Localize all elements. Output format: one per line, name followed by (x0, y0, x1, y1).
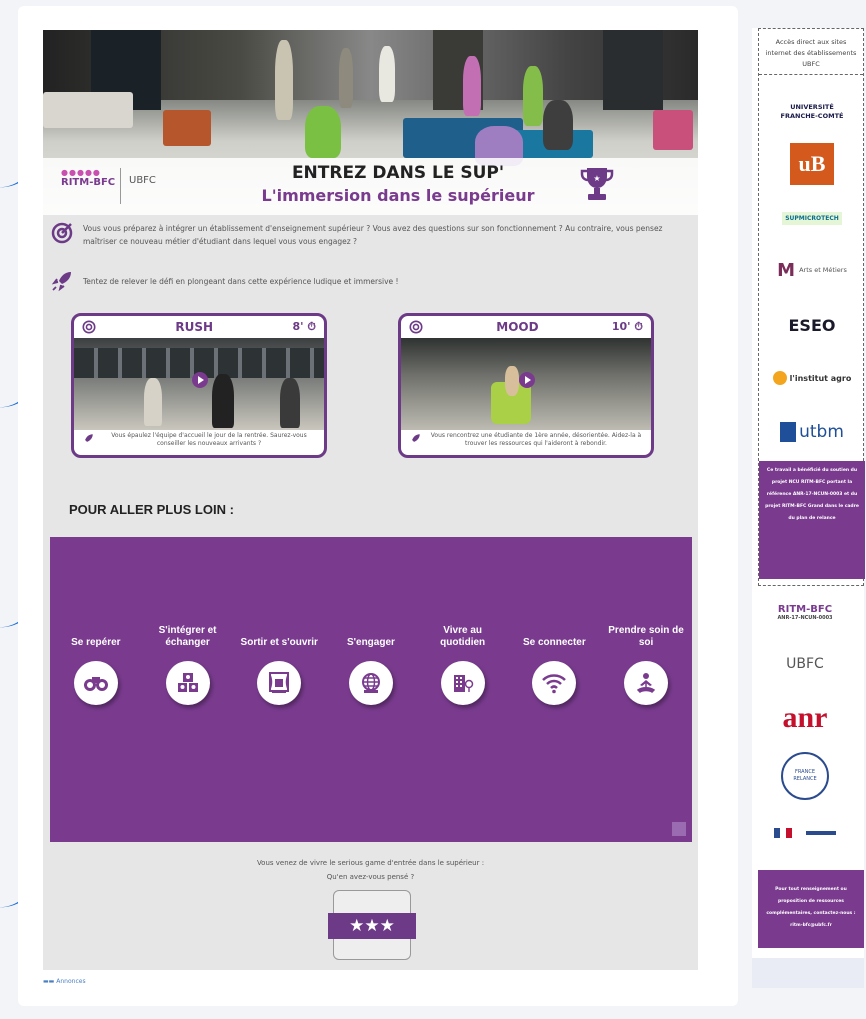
game-name: RUSH (175, 320, 214, 334)
news-icon: ▬▬ (43, 978, 55, 985)
game-thumbnail[interactable] (401, 338, 651, 430)
sidebar: Accès direct aux sites internet des étab… (752, 28, 865, 988)
feedback-line: Vous venez de vivre le serious game d'en… (256, 859, 485, 867)
game-description: Vous épaulez l'équipe d'accueil le jour … (111, 432, 307, 447)
rocket-icon (51, 272, 71, 292)
game-duration: 8' ⏱ (292, 320, 316, 333)
page-subtitle: L'immersion dans le supérieur (261, 186, 535, 205)
theme-sortir[interactable]: Sortir et s'ouvrir (237, 615, 321, 705)
logo-ub[interactable]: uB (759, 141, 865, 187)
building-icon[interactable] (440, 661, 485, 705)
intro-question: Vous vous préparez à intégrer un établis… (51, 222, 691, 248)
meditation-icon[interactable] (624, 661, 669, 705)
partner-box: Accès direct aux sites internet des étab… (758, 28, 865, 586)
logo-ufc[interactable]: UNIVERSITÉ FRANCHE-COMTÉ (759, 99, 865, 125)
game-name: MOOD (496, 320, 539, 334)
theme-label: Se connecter (522, 637, 586, 648)
play-button[interactable] (519, 372, 535, 388)
group-icon[interactable] (165, 661, 210, 705)
game-card-rush[interactable]: RUSH 8' ⏱ Vous épaulez l'équipe d'accuei… (71, 313, 327, 458)
stopwatch-icon: ⏱ (634, 320, 643, 333)
theater-icon[interactable] (257, 661, 302, 705)
star-rating[interactable]: ★★★ (328, 913, 416, 939)
page-title: ENTREZ DANS LE SUP' (291, 163, 505, 183)
funding-note: Ce travail a bénéficié du soutien du pro… (759, 461, 865, 579)
intro-challenge: Tentez de relever le défi en plongeant d… (51, 270, 691, 292)
intro-text: Tentez de relever le défi en plongeant d… (83, 277, 399, 286)
page: ●●●●● RITM-BFC UBFC ENTREZ DANS LE SUP' … (0, 0, 866, 1019)
binoculars-icon[interactable] (73, 661, 118, 705)
theme-se-connecter[interactable]: Se connecter (512, 615, 596, 705)
theme-label: S'engager (346, 637, 395, 648)
game-page: ●●●●● RITM-BFC UBFC ENTREZ DANS LE SUP' … (43, 30, 698, 970)
game-thumbnail[interactable] (74, 338, 324, 430)
globe-icon[interactable] (348, 661, 393, 705)
play-button[interactable] (192, 372, 208, 388)
theme-vivre-au-quotidien[interactable]: Vivre au quotidien (421, 615, 505, 705)
logo-anr[interactable]: anr (752, 698, 858, 738)
expand-icon[interactable] (672, 822, 686, 836)
svg-text:★: ★ (593, 174, 600, 183)
logo-arts-et-metiers[interactable]: M Arts et Métiers (759, 257, 865, 283)
game-description: Vous rencontrez une étudiante de 1ère an… (430, 432, 642, 447)
theme-s-engager[interactable]: S'engager (329, 615, 413, 705)
themes-panel: Se repérer S'intégrer et échanger Sortir… (50, 537, 692, 842)
stars[interactable]: ★★★ (349, 916, 395, 936)
logo-supmicrotech[interactable]: SUPMICROTECH (759, 205, 865, 231)
logo-eseo[interactable]: ESEO (759, 311, 865, 339)
theme-label: Vivre au quotidien (440, 625, 486, 648)
target-icon (51, 222, 73, 244)
theme-label: Prendre soin de soi (608, 625, 684, 648)
ritm-bfc-logo: ●●●●● RITM-BFC (61, 168, 121, 204)
game-duration: 10' ⏱ (611, 320, 643, 333)
game-card-mood[interactable]: MOOD 10' ⏱ Vous rencontrez une étudiante… (398, 313, 654, 458)
rating-widget[interactable]: ★★★ (328, 890, 416, 960)
wifi-icon[interactable] (532, 661, 577, 705)
feedback-question: Qu'en avez-vous pensé ? (326, 873, 415, 881)
theme-label: Se repérer (71, 637, 121, 648)
section-title: POUR ALLER PLUS LOIN : (69, 502, 234, 517)
ubfc-logo: UBFC (129, 175, 156, 186)
theme-label: Sortir et s'ouvrir (240, 637, 318, 648)
logo-ubfc[interactable]: UBFC (752, 646, 858, 682)
sidebar-spacer (752, 958, 864, 988)
sidebar-header: Accès direct aux sites internet des étab… (759, 29, 863, 75)
rocket-icon (412, 434, 420, 442)
theme-s-integrer[interactable]: S'intégrer et échanger (146, 615, 230, 705)
theme-label: S'intégrer et échanger (158, 625, 217, 648)
theme-se-reperer[interactable]: Se repérer (54, 615, 138, 705)
intro-text: Vous vous préparez à intégrer un établis… (83, 224, 663, 246)
logo-ritm-bfc[interactable]: RITM-BFC ANR-17-NCUN-0003 (752, 592, 858, 632)
logo-institut-agro[interactable]: l'institut agro (759, 365, 865, 391)
feedback-prompt: Vous venez de vivre le serious game d'en… (43, 856, 698, 884)
target-icon (82, 320, 96, 334)
logo-france-relance[interactable]: FRANCE RELANCE (752, 750, 858, 802)
footer-link[interactable]: ▬▬ Annonces (43, 978, 86, 985)
contact-note: Pour tout renseignement ou proposition d… (758, 870, 864, 948)
logo-gouvernement[interactable] (752, 822, 858, 844)
theme-prendre-soin[interactable]: Prendre soin de soi (604, 615, 688, 705)
stopwatch-icon: ⏱ (307, 320, 316, 333)
target-icon (409, 320, 423, 334)
rocket-icon (85, 434, 93, 442)
trophy-icon: ★ (580, 168, 614, 200)
logo-utbm[interactable]: utbm (759, 417, 865, 447)
